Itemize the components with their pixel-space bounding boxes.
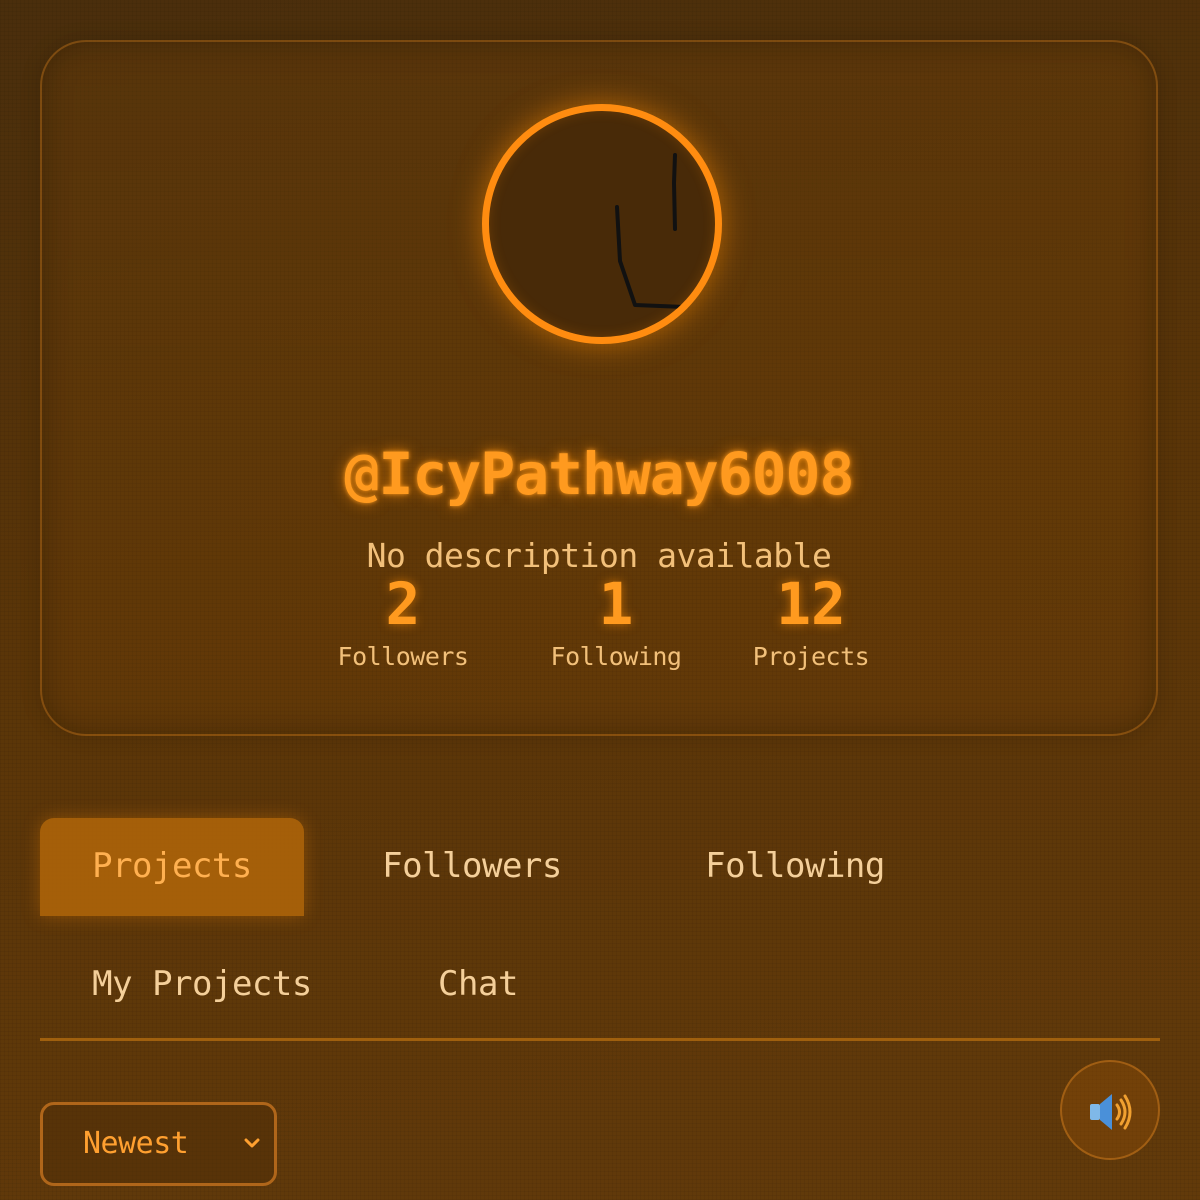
speaker-icon bbox=[1090, 1094, 1132, 1130]
stat-following[interactable]: 1 Following bbox=[536, 572, 696, 671]
sort-selected-value: Newest bbox=[83, 1126, 189, 1161]
sound-toggle-button[interactable] bbox=[1060, 1060, 1160, 1160]
tab-projects[interactable]: Projects bbox=[40, 818, 304, 916]
tab-my-projects[interactable]: My Projects bbox=[40, 936, 364, 1034]
avatar[interactable] bbox=[482, 104, 722, 344]
projects-label: Projects bbox=[752, 642, 870, 671]
following-count: 1 bbox=[598, 570, 634, 638]
projects-count: 12 bbox=[776, 570, 846, 638]
followers-count: 2 bbox=[385, 570, 421, 638]
tab-following[interactable]: Following bbox=[660, 818, 930, 916]
stat-projects[interactable]: 12 Projects bbox=[746, 572, 876, 671]
following-label: Following bbox=[550, 642, 682, 671]
followers-label: Followers bbox=[337, 642, 469, 671]
tabs-divider bbox=[40, 1038, 1160, 1041]
stat-followers[interactable]: 2 Followers bbox=[328, 572, 478, 671]
username: @IcyPathway6008 bbox=[344, 440, 855, 508]
profile-card: @IcyPathway6008 No description available… bbox=[40, 40, 1158, 736]
hand-drawn-avatar-icon bbox=[615, 153, 687, 309]
tab-followers[interactable]: Followers bbox=[340, 818, 604, 916]
tab-chat[interactable]: Chat bbox=[390, 936, 566, 1034]
sort-select[interactable]: Newest bbox=[40, 1102, 277, 1186]
chevron-down-icon bbox=[244, 1138, 260, 1148]
